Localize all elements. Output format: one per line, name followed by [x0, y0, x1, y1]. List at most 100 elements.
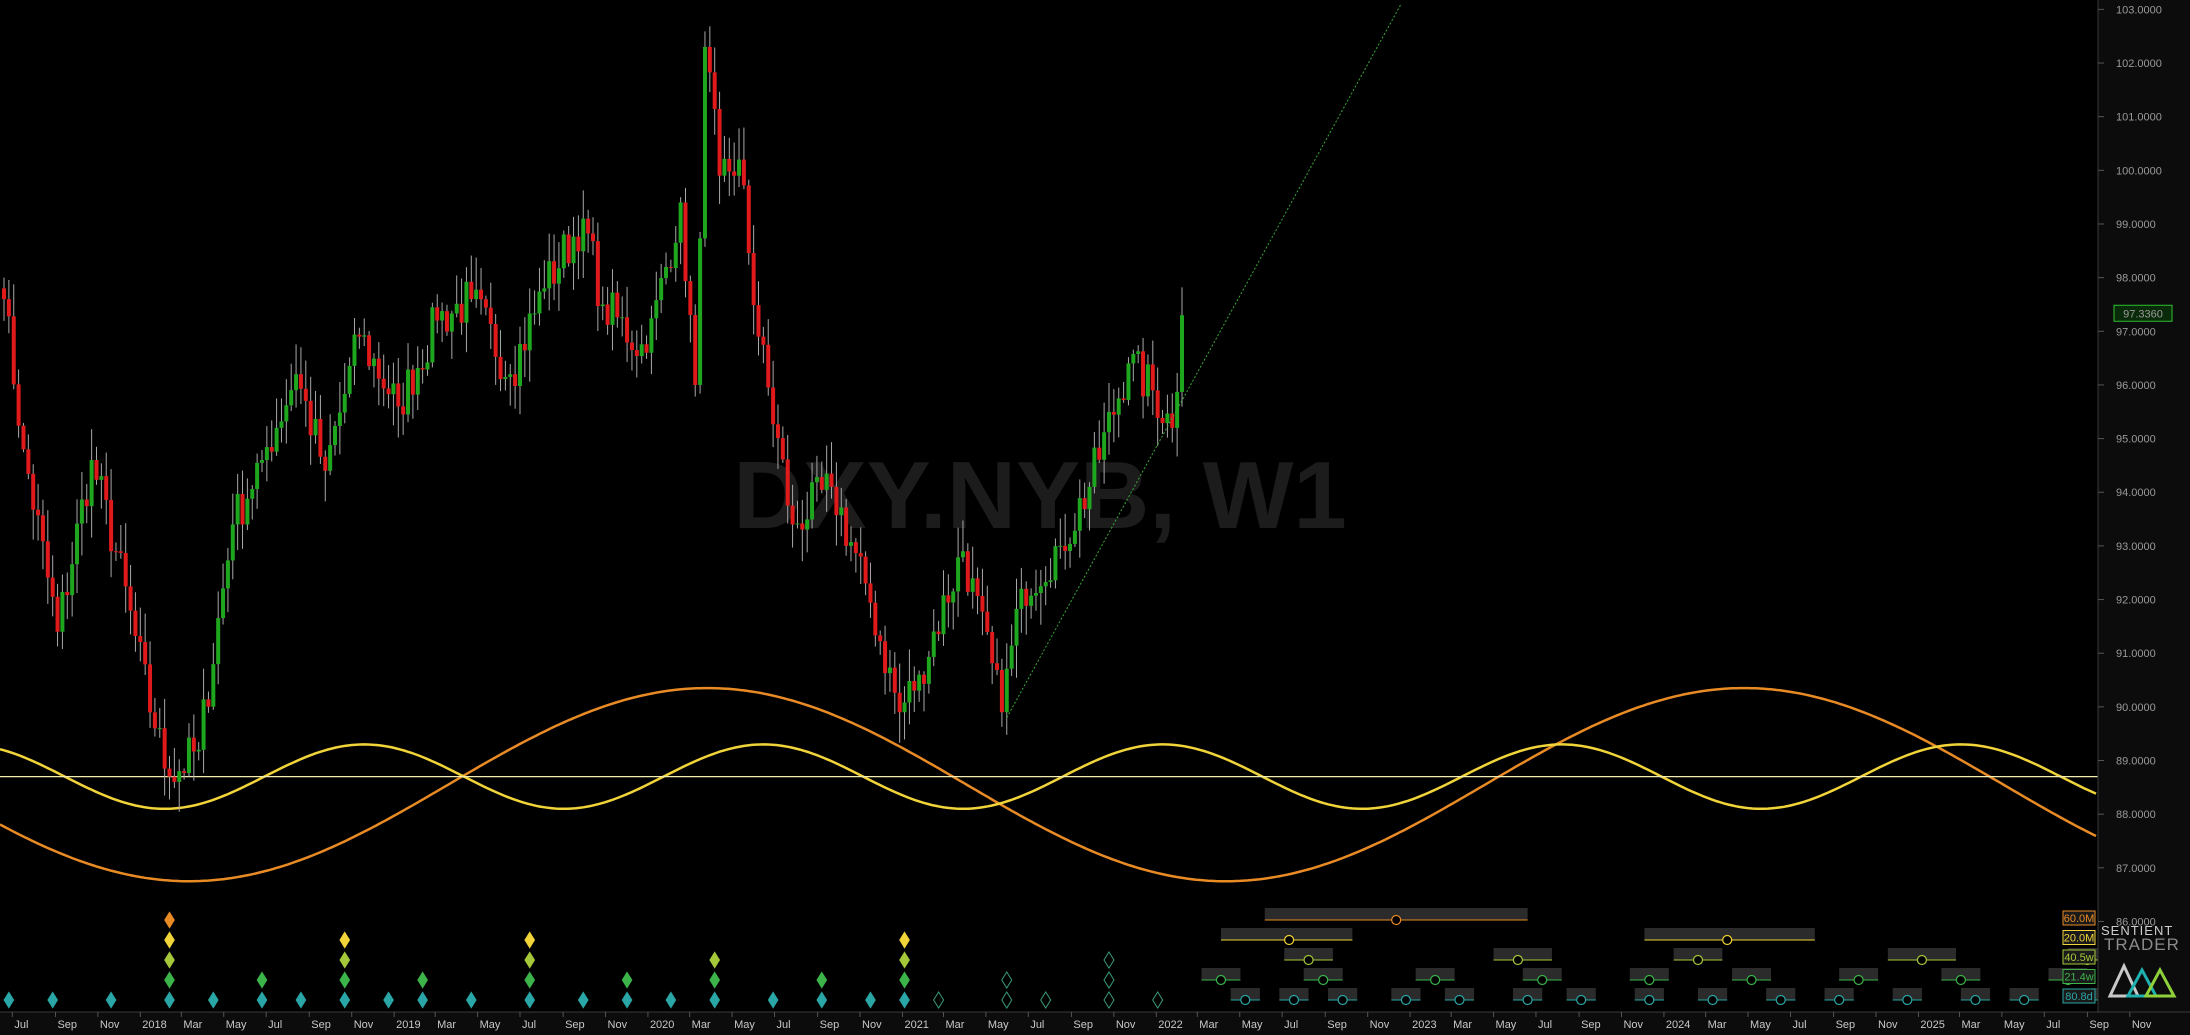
candle-body — [644, 344, 649, 353]
candle-body — [712, 72, 717, 109]
price-axis-panel[interactable] — [2098, 0, 2190, 1012]
time-tick-label: Sep — [565, 1019, 585, 1031]
time-tick-label: Nov — [862, 1019, 882, 1031]
cycle-period-labels: 60.0M 20.0M 40.5w 21.4w 80.8d — [2062, 910, 2096, 1004]
candle-body — [337, 412, 342, 426]
time-tick-label: 2024 — [1666, 1019, 1690, 1031]
time-tick-label: Nov — [1623, 1019, 1643, 1031]
candle-body — [1029, 595, 1034, 606]
candle — [698, 232, 703, 394]
future-window-center — [1303, 954, 1314, 966]
candle-body — [284, 405, 289, 422]
candle — [683, 187, 688, 298]
candle-body — [926, 656, 931, 684]
candle-body — [469, 281, 474, 300]
candle-body — [211, 664, 216, 707]
candle-body — [873, 602, 878, 636]
future-window-center — [1522, 994, 1533, 1006]
candle-body — [936, 631, 941, 635]
price-tick-label: 94.0000 — [2116, 487, 2156, 499]
candle-body — [956, 557, 961, 592]
candle-body — [1126, 363, 1131, 401]
time-tick-label: Mar — [1961, 1019, 1980, 1031]
time-tick-label: Nov — [2132, 1019, 2152, 1031]
candle-body — [362, 335, 367, 337]
time-tick-label: Sep — [1327, 1019, 1347, 1031]
candle-body — [1106, 411, 1111, 433]
candle-body — [84, 499, 89, 507]
time-tick-label: Sep — [2089, 1019, 2109, 1031]
price-tick-label: 90.0000 — [2116, 702, 2156, 714]
price-tick-label: 103.0000 — [2116, 4, 2162, 16]
candle-body — [566, 234, 571, 264]
candle-body — [6, 299, 11, 317]
candle-body — [805, 519, 810, 530]
candle-body — [2, 288, 6, 300]
candle-body — [980, 596, 985, 612]
candle-body — [172, 776, 177, 782]
candle-body — [196, 749, 201, 752]
candle-body — [104, 476, 109, 500]
candle-body — [985, 611, 990, 633]
candle-body — [1058, 545, 1063, 547]
candle-body — [1033, 592, 1038, 596]
candle-body — [483, 299, 488, 308]
candle-body — [1111, 411, 1116, 415]
time-tick-label: Mar — [183, 1019, 202, 1031]
candle-body — [298, 374, 303, 389]
logo-text-line2: TRADER — [2104, 935, 2180, 954]
candle-body — [766, 344, 771, 388]
price-tick-label: 97.0000 — [2116, 326, 2156, 338]
time-tick-label: Jul — [522, 1019, 536, 1031]
future-window-center — [1722, 934, 1733, 946]
last-price-label: 97.3360 — [2123, 308, 2163, 320]
candle-body — [1180, 315, 1185, 392]
future-window-center — [1512, 954, 1523, 966]
candle-body — [737, 159, 742, 176]
candle-body — [367, 335, 372, 367]
price-tick-label: 87.0000 — [2116, 863, 2156, 875]
candle-body — [556, 268, 561, 284]
chart-canvas[interactable]: DXY.NYB, W1 103.0000 102.0000 101.0000 100.… — [0, 0, 2190, 1035]
time-tick-label: 2018 — [142, 1019, 166, 1031]
candle-body — [975, 578, 980, 597]
price-tick-label: 93.0000 — [2116, 541, 2156, 553]
future-window-center — [1288, 994, 1300, 1006]
price-tick-label: 88.0000 — [2116, 809, 2156, 821]
candle-body — [279, 421, 284, 428]
candle-body — [40, 515, 45, 542]
time-tick-label: Sep — [1073, 1019, 1093, 1031]
time-tick-label: May — [988, 1019, 1009, 1031]
candle-body — [702, 46, 707, 239]
future-window-center — [1644, 994, 1655, 1006]
candle-body — [143, 642, 148, 665]
candle-body — [65, 591, 70, 596]
future-window-center — [1692, 954, 1704, 966]
period-label-text: 21.4w — [2064, 972, 2093, 984]
candle-body — [941, 595, 946, 635]
candle-body — [1097, 447, 1102, 460]
candle-body — [688, 281, 693, 316]
future-window-center — [2019, 994, 2030, 1006]
candle-body — [313, 418, 318, 436]
candle-body — [449, 313, 454, 332]
candle-body — [946, 595, 951, 603]
candle-body — [629, 342, 634, 351]
candle-body — [1014, 608, 1019, 646]
candle-body — [513, 374, 518, 387]
candle-body — [371, 358, 376, 367]
candle-body — [795, 523, 800, 525]
candle-body — [70, 564, 75, 596]
candle-body — [94, 460, 99, 480]
period-label-text: 60.0M — [2064, 913, 2095, 925]
candle — [367, 331, 372, 371]
time-tick-label: Jul — [2046, 1019, 2060, 1031]
candle-body — [878, 635, 883, 642]
candle-body — [425, 362, 430, 370]
time-tick-label: Jul — [1030, 1019, 1044, 1031]
time-tick-label: Sep — [1581, 1019, 1601, 1031]
candle-body — [561, 234, 566, 269]
candle-body — [605, 304, 610, 325]
time-tick-label: Jul — [1538, 1019, 1552, 1031]
candle-body — [741, 159, 746, 186]
